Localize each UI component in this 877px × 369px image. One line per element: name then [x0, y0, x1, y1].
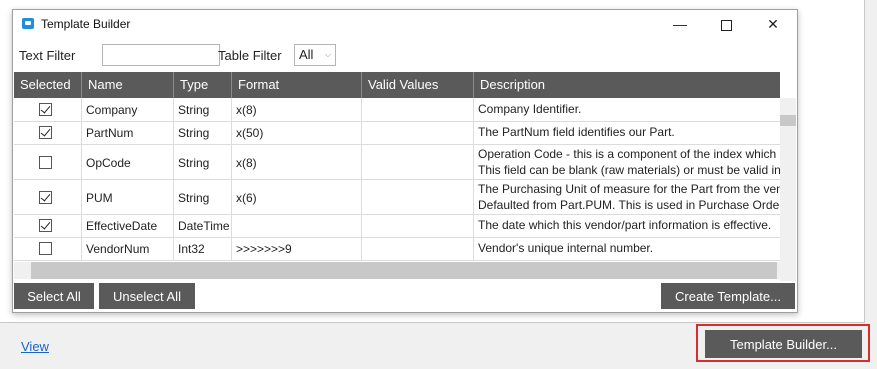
description-line: Company Identifier.: [478, 102, 582, 116]
text-filter-label: Text Filter: [19, 48, 76, 63]
name-cell: Company: [82, 98, 174, 121]
scroll-corner: [780, 262, 796, 279]
selected-checkbox[interactable]: [39, 191, 52, 204]
create-template-button[interactable]: Create Template...: [661, 283, 795, 309]
name-cell: EffectiveDate: [82, 214, 174, 237]
valid-cell: [362, 98, 474, 121]
dialog-title: Template Builder: [41, 17, 131, 31]
template-builder-button[interactable]: Template Builder...: [705, 330, 862, 358]
type-cell: String: [174, 121, 232, 144]
close-icon[interactable]: ✕: [750, 10, 796, 38]
format-cell: x(8): [232, 98, 362, 121]
selected-checkbox[interactable]: [39, 242, 52, 255]
format-cell: x(50): [232, 121, 362, 144]
column-header-selected[interactable]: Selected: [14, 72, 82, 98]
table-row[interactable]: EffectiveDate DateTime The date which this…: [14, 214, 780, 238]
type-cell: String: [174, 144, 232, 179]
type-cell: String: [174, 98, 232, 121]
vertical-scroll-thumb[interactable]: [780, 115, 796, 126]
selected-cell: [14, 144, 82, 179]
table-row[interactable]: OpCode String x(8) Operation Code - this is…: [14, 144, 780, 180]
type-cell: String: [174, 179, 232, 214]
column-header-valid-values[interactable]: Valid Values: [362, 72, 474, 98]
column-header-type[interactable]: Type: [174, 72, 232, 98]
selected-cell: [14, 214, 82, 237]
format-cell: >>>>>>>9: [232, 237, 362, 260]
type-cell: Int32: [174, 237, 232, 260]
valid-cell: [362, 144, 474, 179]
table-filter-value: All: [299, 47, 314, 62]
selected-cell: [14, 121, 82, 144]
dialog-button-bar: Select All Unselect All Create Template.…: [13, 280, 797, 312]
selected-checkbox[interactable]: [39, 126, 52, 139]
selected-checkbox[interactable]: [39, 219, 52, 232]
horizontal-scrollbar[interactable]: [14, 262, 780, 279]
unselect-all-button[interactable]: Unselect All: [99, 283, 195, 309]
description-line: Vendor's unique internal number.: [478, 241, 654, 255]
name-cell: OpCode: [82, 144, 174, 179]
format-cell: x(8): [232, 144, 362, 179]
column-header-description[interactable]: Description: [474, 72, 780, 98]
text-filter-input[interactable]: [102, 44, 220, 66]
description-cell: The Purchasing Unit of measure for the P…: [474, 179, 780, 214]
valid-cell: [362, 121, 474, 144]
title-bar: Template Builder — ✕: [13, 10, 797, 38]
name-cell: PartNum: [82, 121, 174, 144]
table-filter-select[interactable]: All ⌵: [294, 44, 336, 66]
template-builder-dialog: Template Builder — ✕ Text Filter Table F…: [12, 9, 798, 313]
name-cell: PUM: [82, 179, 174, 214]
view-link[interactable]: View: [21, 339, 49, 354]
selected-cell: [14, 179, 82, 214]
selected-checkbox[interactable]: [39, 156, 52, 169]
name-cell: VendorNum: [82, 237, 174, 260]
description-line: This field can be blank (raw materials) …: [478, 163, 780, 177]
description-cell: The date which this vendor/part informat…: [474, 214, 780, 237]
maximize-icon[interactable]: [703, 10, 749, 38]
table-row[interactable]: VendorNum Int32 >>>>>>>9 Vendor's unique in…: [14, 237, 780, 261]
selected-checkbox[interactable]: [39, 103, 52, 116]
selected-cell: [14, 98, 82, 121]
selected-cell: [14, 237, 82, 260]
format-cell: [232, 214, 362, 237]
description-line: The Purchasing Unit of measure for the P…: [478, 182, 780, 196]
table-row[interactable]: PUM String x(6) The Purchasing Unit of meas…: [14, 179, 780, 215]
description-cell: Company Identifier.: [474, 98, 780, 121]
fields-grid: Selected Name Type Format Valid Values D…: [14, 72, 780, 281]
table-filter-label: Table Filter: [218, 48, 282, 63]
column-header-format[interactable]: Format: [232, 72, 362, 98]
column-header-name[interactable]: Name: [82, 72, 174, 98]
valid-cell: [362, 179, 474, 214]
description-line: The date which this vendor/part informat…: [478, 218, 772, 232]
valid-cell: [362, 214, 474, 237]
description-cell: Operation Code - this is a component of …: [474, 144, 780, 179]
valid-cell: [362, 237, 474, 260]
select-all-button[interactable]: Select All: [14, 283, 94, 309]
grid-header: Selected Name Type Format Valid Values D…: [14, 72, 780, 98]
description-cell: Vendor's unique internal number.: [474, 237, 780, 260]
description-line: The PartNum field identifies our Part.: [478, 125, 675, 139]
minimize-icon[interactable]: —: [657, 10, 703, 38]
filter-row: Text Filter Table Filter All ⌵: [13, 42, 797, 70]
horizontal-scroll-thumb[interactable]: [31, 262, 777, 279]
app-icon: [22, 18, 34, 29]
description-cell: The PartNum field identifies our Part.: [474, 121, 780, 144]
table-row[interactable]: Company String x(8) Company Identifier.: [14, 98, 780, 122]
chevron-down-icon: ⌵: [324, 50, 331, 59]
table-row[interactable]: PartNum String x(50) The PartNum field iden…: [14, 121, 780, 145]
vertical-scrollbar[interactable]: [780, 98, 796, 281]
type-cell: DateTime: [174, 214, 232, 237]
description-line: Defaulted from Part.PUM. This is used in…: [478, 198, 780, 212]
description-line: Operation Code - this is a component of …: [478, 147, 777, 161]
format-cell: x(6): [232, 179, 362, 214]
